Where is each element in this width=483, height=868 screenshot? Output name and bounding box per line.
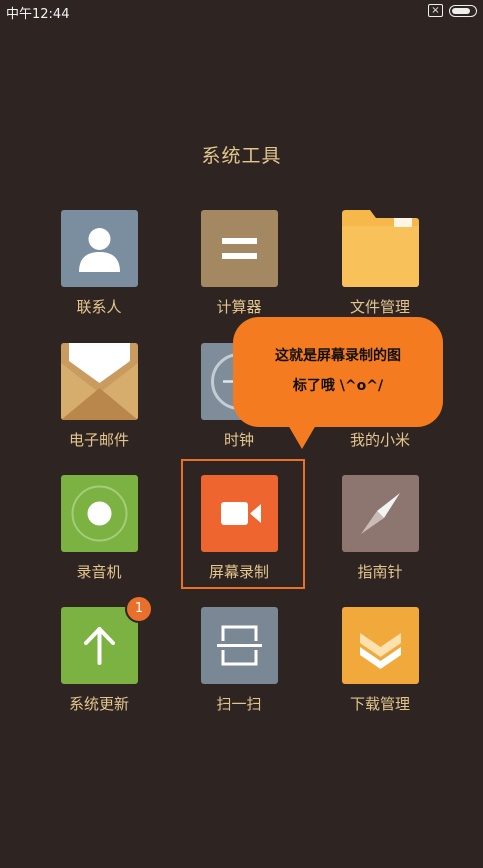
download-icon	[342, 607, 419, 684]
app-label: 计算器	[216, 298, 262, 316]
callout-text-line2: 标了哦 \^o^/	[292, 378, 384, 394]
app-label: 扫一扫	[216, 695, 262, 713]
folder-icon	[342, 210, 419, 287]
app-scanner[interactable]: 扫一扫	[179, 607, 299, 719]
update-icon	[61, 607, 138, 684]
callout-text-line1: 这就是屏幕录制的图	[275, 348, 401, 364]
app-download-manager[interactable]: 下载管理	[320, 607, 440, 719]
update-count-badge: 1	[125, 595, 153, 623]
calculator-icon	[201, 210, 278, 287]
highlight-box	[181, 459, 305, 589]
app-contacts[interactable]: 联系人	[39, 210, 159, 322]
app-recorder[interactable]: 录音机	[39, 475, 159, 587]
app-grid: 联系人 计算器 文件管理 电子邮件 时钟 我的小米 录音机 屏幕录制 指南针 1…	[0, 0, 483, 868]
app-system-update[interactable]: 1 系统更新	[39, 595, 159, 719]
app-label: 联系人	[76, 298, 122, 316]
email-icon	[61, 343, 138, 420]
app-label: 我的小米	[349, 431, 410, 449]
app-compass[interactable]: 指南针	[320, 475, 440, 587]
app-label: 下载管理	[349, 695, 410, 713]
app-label: 文件管理	[349, 298, 410, 316]
callout-bubble: 这就是屏幕录制的图 标了哦 \^o^/	[233, 317, 443, 449]
app-label: 录音机	[76, 563, 122, 581]
recorder-icon	[61, 475, 138, 552]
compass-icon	[342, 475, 419, 552]
scanner-icon	[201, 607, 278, 684]
contacts-icon	[61, 210, 138, 287]
app-email[interactable]: 电子邮件	[39, 343, 159, 455]
app-label: 时钟	[223, 431, 254, 449]
app-label: 指南针	[357, 563, 403, 581]
app-calculator[interactable]: 计算器	[179, 210, 299, 322]
app-label: 电子邮件	[68, 431, 129, 449]
app-label: 系统更新	[68, 695, 129, 713]
app-file-manager[interactable]: 文件管理	[320, 210, 440, 322]
